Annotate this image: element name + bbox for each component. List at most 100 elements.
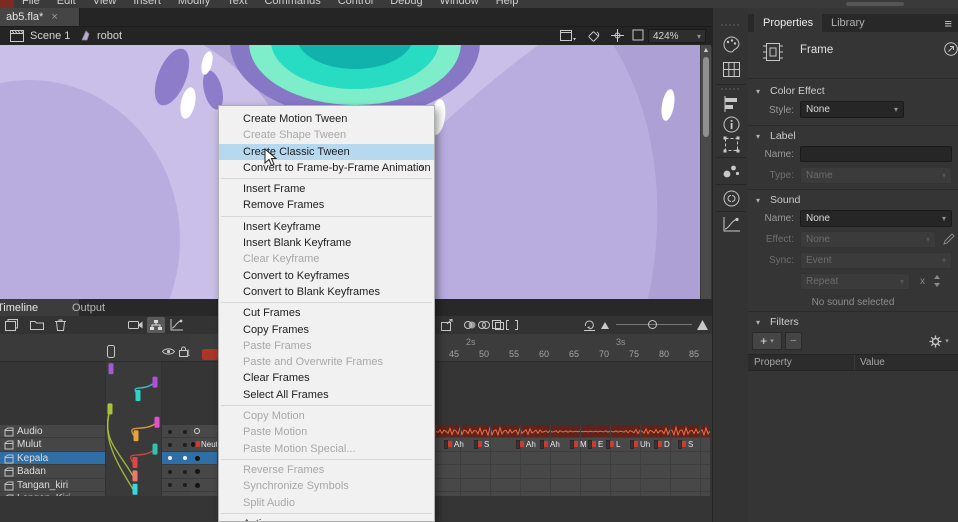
context-item-cut-frames[interactable]: Cut Frames bbox=[219, 305, 434, 321]
playhead[interactable] bbox=[202, 349, 218, 360]
menu-insert[interactable]: Insert bbox=[133, 0, 161, 7]
context-item-select-all-frames[interactable]: Select All Frames bbox=[219, 387, 434, 403]
context-item-convert-to-frame-by-frame-animation[interactable]: Convert to Frame-by-Frame Animation› bbox=[219, 160, 434, 176]
motion-editor-panel-icon[interactable] bbox=[723, 217, 740, 232]
context-item-actions[interactable]: Actions bbox=[219, 516, 434, 522]
parent-mark-lengan-kanan[interactable] bbox=[133, 457, 138, 468]
symbol-breadcrumb[interactable]: robot bbox=[97, 30, 122, 42]
flow-arrow-icon[interactable] bbox=[944, 42, 958, 56]
parent-mark-kepala[interactable] bbox=[136, 390, 141, 401]
parent-mark-tangan-kanan[interactable] bbox=[153, 444, 158, 455]
menu-modify[interactable]: Modify bbox=[178, 0, 210, 7]
clip-content-icon[interactable] bbox=[632, 29, 644, 41]
swatches-panel-icon[interactable] bbox=[723, 62, 740, 77]
menu-commands[interactable]: Commands bbox=[264, 0, 320, 7]
parent-mark-lengan-kiri[interactable] bbox=[134, 430, 139, 441]
menu-view[interactable]: View bbox=[93, 0, 117, 7]
layer-lock-dot[interactable] bbox=[183, 470, 187, 474]
context-item-copy-frames[interactable]: Copy Frames bbox=[219, 322, 434, 338]
context-item-insert-blank-keyframe[interactable]: Insert Blank Keyframe bbox=[219, 235, 434, 251]
camera-menu-icon[interactable] bbox=[560, 30, 576, 42]
context-item-clear-frames[interactable]: Clear Frames bbox=[219, 370, 434, 386]
export-frames-icon[interactable] bbox=[441, 319, 454, 331]
eye-column-icon[interactable] bbox=[162, 347, 175, 356]
sound-name-select[interactable]: None▾ bbox=[800, 210, 952, 227]
onion-skin-icon[interactable] bbox=[464, 320, 476, 330]
menu-help[interactable]: Help bbox=[496, 0, 519, 7]
align-panel-icon[interactable] bbox=[723, 96, 740, 112]
layer-eye-dot[interactable] bbox=[168, 430, 172, 434]
context-item-insert-frame[interactable]: Insert Frame bbox=[219, 181, 434, 197]
label-section-title[interactable]: Label bbox=[770, 130, 796, 142]
parent-mark-kaki-kanan[interactable] bbox=[133, 484, 138, 495]
style-select[interactable]: None▾ bbox=[800, 101, 904, 118]
layer-lock-dot[interactable] bbox=[183, 443, 187, 447]
parent-mark-mulut[interactable] bbox=[153, 377, 158, 388]
menu-control[interactable]: Control bbox=[338, 0, 373, 7]
filter-options-button[interactable]: ▾ bbox=[924, 332, 954, 350]
label-name-input[interactable] bbox=[800, 146, 952, 162]
tab-properties[interactable]: Properties bbox=[754, 14, 822, 32]
menu-file[interactable]: File bbox=[22, 0, 40, 7]
context-item-insert-keyframe[interactable]: Insert Keyframe bbox=[219, 219, 434, 235]
close-tab-icon[interactable]: × bbox=[51, 11, 57, 23]
small-frames-icon[interactable] bbox=[601, 322, 609, 329]
menu-window[interactable]: Window bbox=[440, 0, 479, 7]
large-frames-icon[interactable] bbox=[697, 320, 708, 330]
parent-mark-audio[interactable] bbox=[109, 363, 114, 374]
pencil-icon[interactable] bbox=[943, 233, 955, 245]
color-effect-section-title[interactable]: Color Effect bbox=[770, 85, 825, 97]
frame1-cell-kepala[interactable] bbox=[190, 452, 218, 465]
camera-layer-icon[interactable] bbox=[128, 320, 143, 330]
context-item-create-classic-tween[interactable]: Create Classic Tween bbox=[219, 144, 434, 160]
filters-section-title[interactable]: Filters bbox=[770, 316, 799, 328]
collapse-triangle-icon[interactable]: ▾ bbox=[756, 196, 760, 205]
onion-skin-outline-icon[interactable] bbox=[478, 320, 490, 330]
tab-library[interactable]: Library bbox=[822, 14, 874, 32]
delete-layer-icon[interactable] bbox=[55, 319, 66, 331]
layer-eye-dot[interactable] bbox=[168, 470, 172, 474]
context-item-create-motion-tween[interactable]: Create Motion Tween bbox=[219, 111, 434, 127]
layer-eye-dot[interactable] bbox=[168, 443, 172, 447]
collapse-triangle-icon[interactable]: ▾ bbox=[756, 132, 760, 141]
add-filter-button[interactable]: +▾ bbox=[752, 332, 782, 350]
stage-vertical-scrollbar[interactable]: ▲ bbox=[700, 45, 711, 299]
scrollbar-thumb[interactable] bbox=[703, 57, 709, 137]
edit-multiple-frames-icon[interactable] bbox=[492, 320, 504, 330]
document-tab[interactable]: ab5.fla* × bbox=[0, 8, 80, 26]
account-button[interactable] bbox=[846, 2, 904, 6]
panel-menu-icon[interactable]: ≡ bbox=[944, 16, 952, 31]
layer-lock-dot[interactable] bbox=[183, 483, 187, 487]
cc-libraries-panel-icon[interactable] bbox=[723, 190, 740, 207]
tab-output[interactable]: Output bbox=[62, 299, 115, 316]
layer-parenting-toggle[interactable] bbox=[147, 317, 165, 333]
menu-text[interactable]: Text bbox=[227, 0, 247, 7]
parent-mark-badan[interactable] bbox=[108, 403, 113, 414]
scroll-up-icon[interactable]: ▲ bbox=[702, 47, 710, 55]
paint-bucket-icon[interactable] bbox=[587, 29, 600, 42]
frame1-cell-tangan-kiri[interactable] bbox=[190, 479, 218, 492]
layer-lock-dot[interactable] bbox=[183, 456, 187, 460]
zoom-level-select[interactable]: 424% ▾ bbox=[648, 29, 706, 43]
context-item-convert-to-keyframes[interactable]: Convert to Keyframes bbox=[219, 268, 434, 284]
app-logo-icon[interactable] bbox=[0, 0, 14, 8]
parent-mark-kaki-kiri[interactable] bbox=[133, 470, 138, 481]
context-item-remove-frames[interactable]: Remove Frames bbox=[219, 197, 434, 213]
scene-breadcrumb[interactable]: Scene 1 bbox=[30, 30, 70, 42]
sound-section-title[interactable]: Sound bbox=[770, 194, 800, 206]
marker-range-icon[interactable] bbox=[506, 320, 518, 330]
menu-debug[interactable]: Debug bbox=[390, 0, 422, 7]
layer-lock-dot[interactable] bbox=[183, 430, 187, 434]
layer-eye-dot[interactable] bbox=[168, 456, 172, 460]
layer-eye-dot[interactable] bbox=[168, 483, 172, 487]
menu-edit[interactable]: Edit bbox=[57, 0, 76, 7]
info-panel-icon[interactable] bbox=[723, 116, 740, 133]
collapse-triangle-icon[interactable]: ▾ bbox=[756, 87, 760, 96]
frame1-cell-audio[interactable] bbox=[190, 425, 218, 438]
motion-graph-icon[interactable] bbox=[170, 319, 183, 331]
loop-playback-icon[interactable] bbox=[583, 319, 596, 331]
context-item-convert-to-blank-keyframes[interactable]: Convert to Blank Keyframes bbox=[219, 284, 434, 300]
color-panel-icon[interactable] bbox=[723, 36, 740, 53]
frame1-cell-mulut[interactable]: Neutr bbox=[190, 438, 218, 451]
transform-panel-icon[interactable] bbox=[723, 136, 740, 153]
